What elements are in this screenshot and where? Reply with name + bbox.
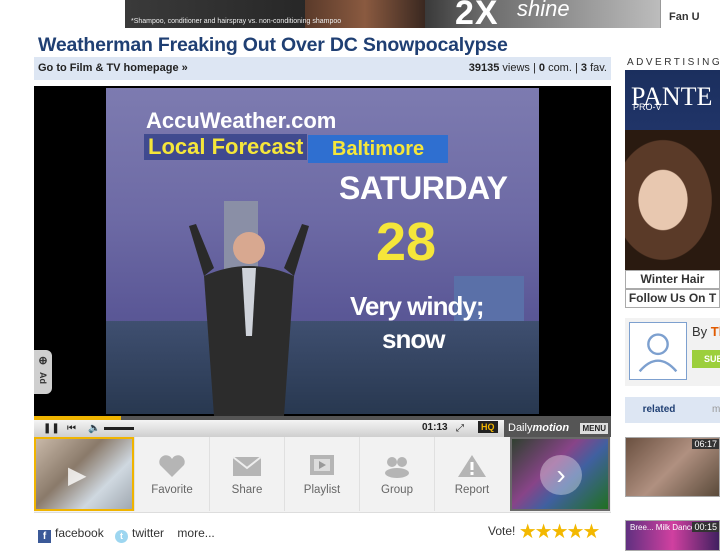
accuweather-logo: AccuWeather.com [146,108,337,133]
page-title: Weatherman Freaking Out Over DC Snowpoca… [38,34,508,56]
sidebar-ad[interactable]: PANTE PRO-V Winter Hair Follow Us On T [625,70,720,308]
video-info-bar: Go to Film & TV homepage » 39135 views |… [34,57,611,80]
facebook-icon: f [38,530,51,543]
playlist-button[interactable]: Playlist [284,437,359,511]
related-duration: 06:17 [692,439,719,449]
video-harbor [106,321,539,414]
facebook-link[interactable]: facebook [55,526,104,540]
views-count: 39135 [468,62,500,74]
play-icon: ▶ [68,462,87,489]
skip-back-icon[interactable]: ⏮ [67,422,76,435]
uploader-name[interactable]: Th [711,324,720,339]
playlist-label: Playlist [303,484,341,496]
twitter-icon: t [115,530,129,543]
report-label: Report [454,484,490,496]
envelope-icon [232,456,262,476]
more-share-link[interactable]: more... [177,526,214,540]
banner-fan-box[interactable]: Fan U [660,0,720,28]
ad-subbrand: PRO-V [633,102,662,112]
banner-fan-text: Fan U [669,11,700,23]
star-3-icon[interactable]: ★ [551,521,569,543]
player-controls: ❚❚ ⏮ 🔈 01:13 ⤢ HQ Dailymotion MENU [34,420,611,437]
forecast-city: Baltimore [308,135,448,163]
uploader-label: By Th [692,324,720,339]
tab-more[interactable]: m [712,397,720,423]
volume-icon[interactable]: 🔈 [88,422,100,435]
favorites-count: 3 [580,62,588,74]
star-2-icon[interactable]: ★ [535,521,553,543]
forecast-date: 28 [376,212,437,272]
heart-icon [159,455,185,477]
ad-caption-1: Winter Hair [625,270,720,289]
pause-icon[interactable]: ❚❚ [43,422,60,435]
ad-toggle-tab[interactable]: ⊕ Ad [34,350,52,394]
favorite-label: Favorite [151,484,193,496]
subscribe-button[interactable]: SUB [692,350,720,368]
advertising-label: ADVERTISING [627,57,720,68]
report-button[interactable]: Report [434,437,509,511]
warning-icon [458,455,486,477]
home-link[interactable]: Go to Film & TV homepage » [38,62,188,74]
menu-button[interactable]: MENU [580,423,608,434]
top-banner-ad[interactable]: *Shampoo, conditioner and hairspray vs. … [125,0,720,28]
by-prefix: By [692,324,708,339]
star-4-icon[interactable]: ★ [567,521,585,543]
plus-icon: ⊕ [38,355,48,367]
twitter-link[interactable]: twitter [132,526,164,540]
forecast-condition-1: Very windy; [350,291,484,321]
video-player[interactable]: AccuWeather.com Local Forecast Baltimore… [34,86,611,416]
weatherman-figure [189,224,309,416]
previous-video-thumbnail[interactable]: ▶ [34,437,134,511]
vote-label: Vote! [488,524,516,538]
vote-widget: Vote! ★★★★★ [488,521,600,543]
star-1-icon[interactable]: ★ [519,521,537,543]
banner-multiplier: 2X [455,0,499,28]
video-stats: 39135 views | 0 com. | 3 fav. [469,62,607,74]
banner-tagline: *Shampoo, conditioner and hairspray vs. … [131,18,342,25]
group-label: Group [381,484,413,496]
playlist-icon [310,455,334,475]
star-5-icon[interactable]: ★ [582,521,600,543]
time-display: 01:13 [422,422,448,433]
brand-daily: Daily [508,422,533,434]
related-video-thumbnail[interactable]: 06:17 [625,437,720,497]
related-video-thumbnail[interactable]: Bree... Milk Dance 00:15 [625,520,720,551]
forecast-day: SATURDAY [339,170,508,206]
favorite-button[interactable]: Favorite [134,437,209,511]
next-video-thumbnail[interactable]: › [510,437,610,511]
brand-motion: motion [532,422,570,434]
share-button[interactable]: Share [209,437,284,511]
local-forecast-label: Local Forecast [144,134,308,160]
ad-caption-2: Follow Us On T [625,289,720,308]
action-bar: ▶ Favorite Share Playlist Group Report › [34,437,611,513]
user-silhouette-icon [638,333,678,373]
share-label: Share [231,484,263,496]
ad-tab-label: Ad [38,372,48,384]
fullscreen-icon[interactable]: ⤢ [456,422,464,435]
related-caption: Bree... Milk Dance [630,523,696,532]
favorites-label: fav. [590,62,607,74]
next-arrow-icon: › [540,455,582,495]
views-label: views | [502,62,536,74]
hq-button[interactable]: HQ [478,421,498,433]
tab-related[interactable]: related [625,397,693,423]
comments-count: 0 [538,62,545,74]
related-duration: 00:15 [692,522,719,532]
comments-label: com. | [548,62,578,74]
banner-shine: shine [517,0,570,21]
group-icon [385,457,409,478]
social-share-row: f facebook t twitter more... [38,526,215,543]
group-button[interactable]: Group [359,437,434,511]
dailymotion-logo[interactable]: Dailymotion MENU [504,420,611,437]
ad-model-image [625,130,720,270]
forecast-condition-2: snow [382,324,445,354]
volume-slider[interactable] [104,427,134,430]
avatar[interactable] [629,322,687,380]
